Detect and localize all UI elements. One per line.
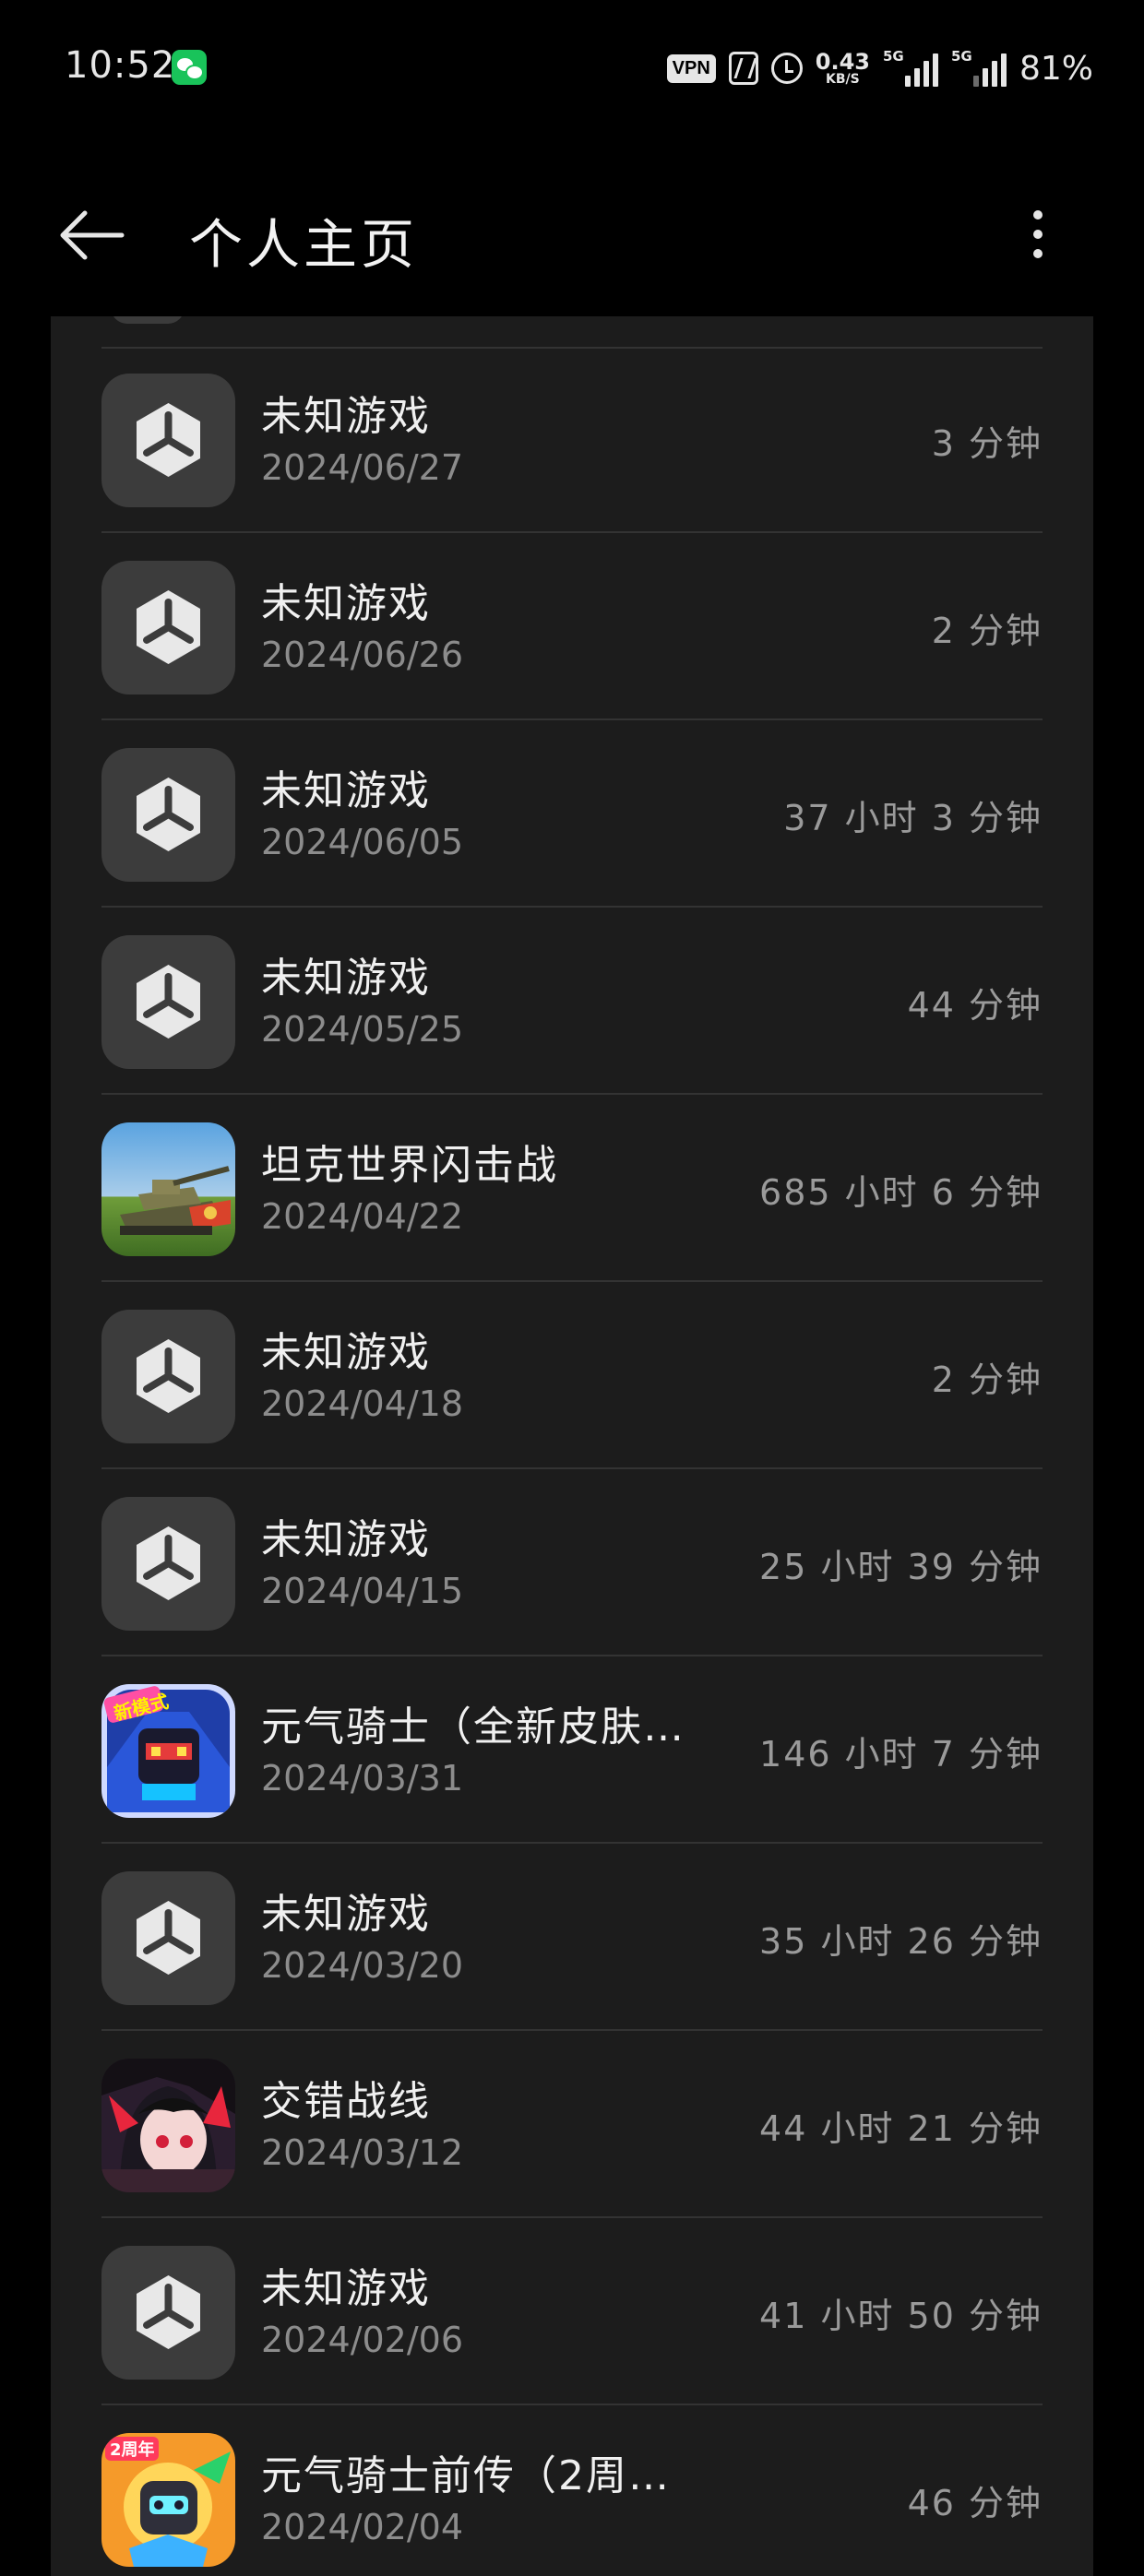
game-name: 未知游戏 [261, 2265, 431, 2312]
status-bar: 10:52 VPN 0.43 KB/S 5G 5G 81% [0, 0, 1144, 138]
signal-label: 5G [950, 48, 972, 65]
game-last-played-date: 2024/03/20 [261, 1945, 464, 1986]
game-name: 元气骑士前传（2周… [261, 2452, 671, 2499]
game-playtime: 44 小时 21 分钟 [759, 2108, 1043, 2149]
game-playtime: 37 小时 3 分钟 [783, 798, 1043, 838]
game-name: 未知游戏 [261, 393, 431, 440]
game-last-played-date: 2024/03/31 [261, 1758, 464, 1798]
unknown-game-icon [101, 561, 235, 694]
game-playtime: 146 小时 7 分钟 [759, 1734, 1043, 1775]
game-name: 未知游戏 [261, 767, 431, 814]
network-speed-value: 0.43 [815, 49, 870, 75]
game-name: 坦克世界闪击战 [261, 1142, 558, 1189]
game-name: 交错战线 [261, 2078, 431, 2125]
game-list-item[interactable]: 交错战线 2024/03/12 44 小时 21 分钟 [51, 2031, 1093, 2218]
game-history-card: 未知游戏 2024/06/27 3 分钟 未知游戏 2024/06/26 2 分钟 未知… [51, 316, 1093, 2576]
status-time: 10:52 [65, 44, 176, 87]
game-list: 未知游戏 2024/06/27 3 分钟 未知游戏 2024/06/26 2 分钟 未知… [51, 346, 1093, 2576]
game-playtime: 2 分钟 [931, 611, 1043, 651]
game-playtime: 46 分钟 [907, 2483, 1043, 2523]
partial-list-item [51, 316, 1093, 349]
svg-text:2周年: 2周年 [110, 2439, 155, 2460]
vpn-icon: VPN [666, 53, 716, 83]
game-list-item[interactable]: 未知游戏 2024/05/25 44 分钟 [51, 908, 1093, 1095]
game-list-item[interactable]: 未知游戏 2024/03/20 35 小时 26 分钟 [51, 1844, 1093, 2031]
unknown-game-icon [101, 1871, 235, 2005]
unknown-game-icon [101, 374, 235, 507]
game-playtime: 685 小时 6 分钟 [759, 1172, 1043, 1213]
game-list-item[interactable]: 未知游戏 2024/06/27 3 分钟 [51, 346, 1093, 533]
game-last-played-date: 2024/04/15 [261, 1571, 464, 1611]
game-playtime: 2 分钟 [931, 1359, 1043, 1400]
page-title: 个人主页 [189, 213, 419, 276]
game-list-item[interactable]: 未知游戏 2024/02/06 41 小时 50 分钟 [51, 2218, 1093, 2405]
game-last-played-date: 2024/05/25 [261, 1009, 464, 1050]
wechat-icon [172, 50, 207, 85]
alarm-icon [770, 53, 803, 84]
game-list-item[interactable]: 2周年 元气骑士前传（2周… 2024/02/04 46 分钟 [51, 2405, 1093, 2576]
battery-percentage: 81% [1019, 49, 1093, 88]
network-speed-unit: KB/S [826, 72, 860, 87]
game-last-played-date: 2024/06/27 [261, 447, 464, 488]
game-list-item[interactable]: 未知游戏 2024/06/26 2 分钟 [51, 533, 1093, 720]
game-last-played-date: 2024/03/12 [261, 2132, 464, 2173]
signal-icon: 5G [882, 48, 938, 87]
status-icons: VPN 0.43 KB/S 5G 5G 81% [666, 46, 1093, 90]
game-playtime: 44 分钟 [907, 985, 1043, 1026]
app-bar: 个人主页 [0, 175, 1144, 295]
soul-knight-prequel-icon: 2周年 [101, 2433, 235, 2567]
game-list-item[interactable]: 未知游戏 2024/06/05 37 小时 3 分钟 [51, 720, 1093, 908]
game-playtime: 35 小时 26 分钟 [759, 1921, 1043, 1962]
more-options-icon[interactable] [1015, 203, 1061, 267]
game-name: 未知游戏 [261, 955, 431, 1002]
network-speed: 0.43 KB/S [816, 51, 870, 86]
unknown-game-icon [101, 1497, 235, 1631]
game-last-played-date: 2024/06/26 [261, 635, 464, 675]
game-name: 未知游戏 [261, 1891, 431, 1938]
game-name: 未知游戏 [261, 1329, 431, 1376]
nfc-icon [728, 52, 758, 85]
unknown-game-icon [101, 1310, 235, 1443]
game-last-played-date: 2024/04/22 [261, 1196, 464, 1237]
game-playtime: 3 分钟 [931, 423, 1043, 464]
back-arrow-icon[interactable] [55, 203, 129, 267]
game-playtime: 25 小时 39 分钟 [759, 1547, 1043, 1587]
tank-game-icon [101, 1122, 235, 1256]
unknown-game-icon [101, 2246, 235, 2380]
game-last-played-date: 2024/04/18 [261, 1383, 464, 1424]
signal-label: 5G [882, 48, 904, 65]
soul-knight-icon: 新模式 [101, 1684, 235, 1818]
game-last-played-date: 2024/02/04 [261, 2507, 464, 2547]
anime-girl-game-icon [101, 2059, 235, 2192]
game-name: 元气骑士（全新皮肤… [261, 1703, 685, 1751]
game-list-item[interactable]: 未知游戏 2024/04/15 25 小时 39 分钟 [51, 1469, 1093, 1656]
game-list-item[interactable]: 新模式 元气骑士（全新皮肤… 2024/03/31 146 小时 7 分钟 [51, 1656, 1093, 1844]
game-list-item[interactable]: 未知游戏 2024/04/18 2 分钟 [51, 1282, 1093, 1469]
signal-icon: 5G [950, 48, 1007, 87]
game-last-played-date: 2024/02/06 [261, 2320, 464, 2360]
game-list-item[interactable]: 坦克世界闪击战 2024/04/22 685 小时 6 分钟 [51, 1095, 1093, 1282]
unknown-game-icon [101, 935, 235, 1069]
game-playtime: 41 小时 50 分钟 [759, 2296, 1043, 2336]
unknown-game-icon [101, 748, 235, 882]
game-name: 未知游戏 [261, 1516, 431, 1563]
game-last-played-date: 2024/06/05 [261, 822, 464, 862]
game-name: 未知游戏 [261, 580, 431, 627]
